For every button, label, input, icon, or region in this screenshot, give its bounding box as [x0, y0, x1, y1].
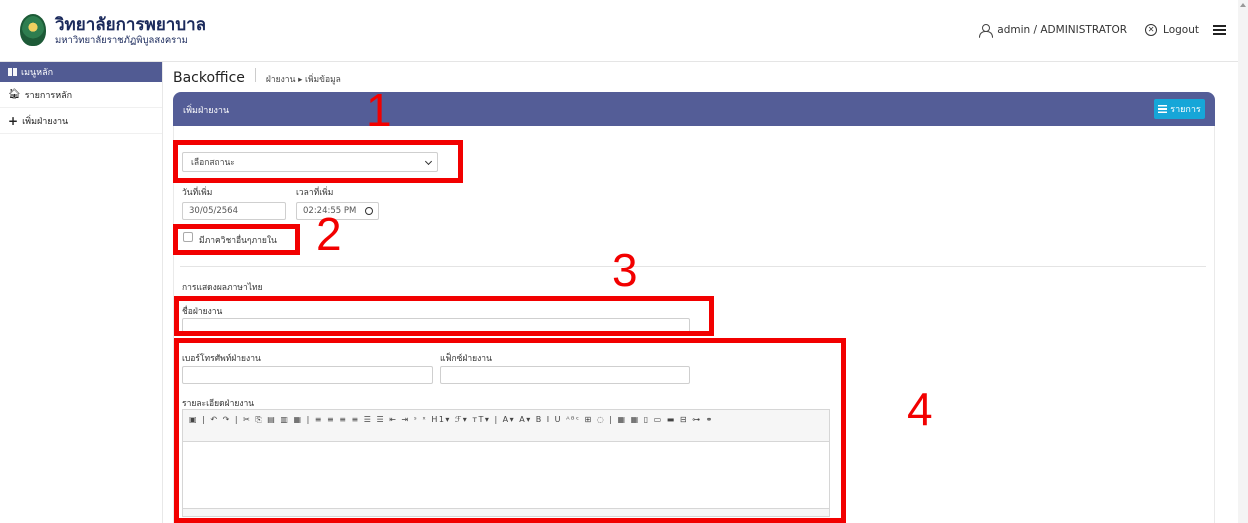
- panel-header: เพิ่มฝ่ายงาน รายการ: [173, 92, 1215, 126]
- annotation-number-4: 4: [907, 383, 933, 435]
- time-label: เวลาที่เพิ่ม: [296, 188, 334, 198]
- sidebar: เมนูหลัก 🏠︎ รายการหลัก + เพิ่มฝ่ายงาน: [0, 62, 163, 523]
- scroll-up-icon[interactable]: [1240, 3, 1246, 7]
- annotation-number-2: 2: [316, 208, 342, 260]
- sidebar-section-header: เมนูหลัก: [0, 62, 162, 82]
- user-icon: [979, 24, 994, 38]
- logout-link[interactable]: Logout: [1163, 24, 1199, 36]
- list-icon: [1158, 105, 1168, 113]
- breadcrumb-path[interactable]: ฝ่ายงาน ▸ เพิ่มข้อมูล: [266, 72, 341, 86]
- page: วิทยาลัยการพยาบาล มหาวิทยาลัยราชภัฏพิบูล…: [0, 0, 1248, 523]
- home-icon: 🏠︎: [8, 88, 21, 100]
- list-button-label: รายการ: [1170, 105, 1201, 115]
- list-button[interactable]: รายการ: [1154, 99, 1205, 119]
- sidebar-item-label: รายการหลัก: [24, 90, 73, 101]
- clock-icon: [365, 207, 373, 215]
- sidebar-item-label: เพิ่มฝ่ายงาน: [22, 116, 69, 127]
- thai-section-label: การแสดงผลภาษาไทย: [182, 283, 263, 293]
- date-label: วันที่เพิ่ม: [182, 188, 213, 198]
- date-input[interactable]: 30/05/2564: [182, 202, 286, 220]
- annotation-number-3: 3: [612, 244, 638, 296]
- page-scrollbar[interactable]: [1238, 0, 1248, 523]
- top-bar: วิทยาลัยการพยาบาล มหาวิทยาลัยราชภัฏพิบูล…: [0, 0, 1248, 62]
- grid-icon: [8, 68, 17, 76]
- page-title: Backoffice: [173, 70, 245, 86]
- plus-icon: +: [8, 113, 19, 128]
- college-logo: [20, 14, 46, 46]
- annotation-box-1: [173, 140, 463, 183]
- sidebar-item-main-list[interactable]: 🏠︎ รายการหลัก: [0, 82, 162, 108]
- org-subtitle: มหาวิทยาลัยราชภัฏพิบูลสงคราม: [55, 35, 188, 46]
- annotation-box-4: [174, 338, 846, 523]
- logout-icon[interactable]: ✕: [1145, 24, 1158, 36]
- section-divider: [180, 266, 1206, 267]
- annotation-box-3: [174, 296, 714, 336]
- annotation-box-2: [173, 224, 300, 255]
- breadcrumb-divider: [254, 68, 256, 82]
- menu-toggle-icon[interactable]: [1213, 25, 1226, 35]
- breadcrumb: Backoffice ฝ่ายงาน ▸ เพิ่มข้อมูล: [173, 68, 341, 86]
- panel-title: เพิ่มฝ่ายงาน: [183, 106, 230, 116]
- annotation-number-1: 1: [366, 84, 392, 136]
- sidebar-section-label: เมนูหลัก: [21, 68, 54, 78]
- user-label[interactable]: admin / ADMINISTRATOR: [997, 24, 1127, 36]
- user-area: admin / ADMINISTRATOR ✕ Logout: [979, 24, 1226, 38]
- sidebar-item-add-department[interactable]: + เพิ่มฝ่ายงาน: [0, 108, 162, 134]
- date-value: 30/05/2564: [189, 206, 238, 216]
